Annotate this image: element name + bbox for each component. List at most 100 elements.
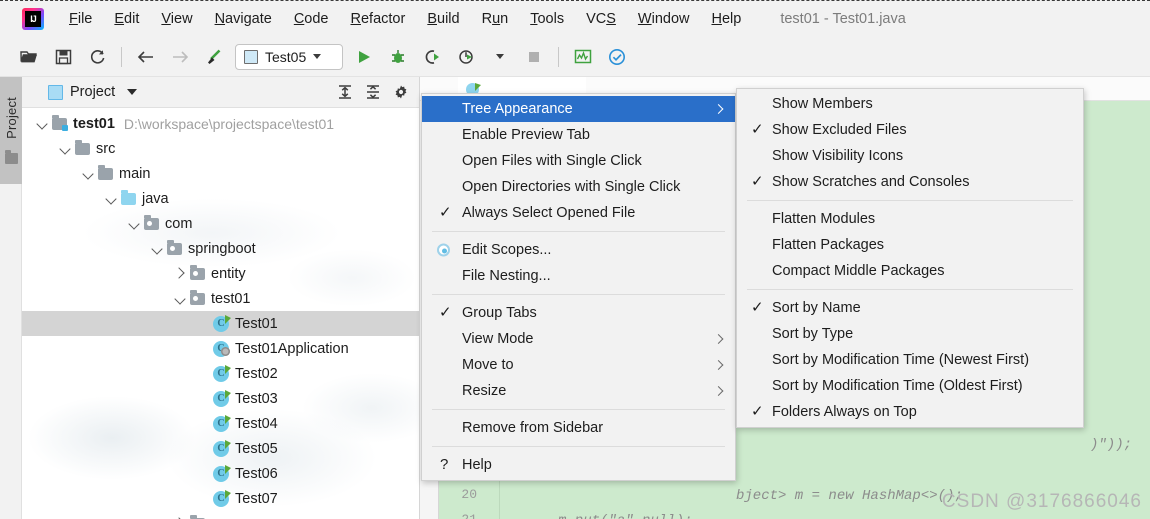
menu-item-resize[interactable]: Resize — [422, 378, 735, 404]
menu-item-show-scratches-and-consoles[interactable]: ✓ Show Scratches and Consoles — [737, 169, 1083, 195]
tree-node-test07[interactable]: Test07 — [22, 486, 419, 511]
menu-item-flatten-modules[interactable]: Flatten Modules — [737, 206, 1083, 232]
menu-help[interactable]: Help — [700, 9, 752, 29]
chevron-down-icon — [313, 54, 322, 59]
chevron-down-icon[interactable] — [36, 117, 49, 130]
menu-edit[interactable]: Edit — [103, 9, 150, 29]
tree-node-springboot[interactable]: springboot — [22, 236, 419, 261]
back-arrow-icon[interactable] — [131, 44, 161, 70]
menu-vcs[interactable]: VCS — [575, 9, 627, 29]
profiler-icon[interactable] — [451, 44, 481, 70]
menu-build[interactable]: Build — [416, 9, 470, 29]
menu-item-move-to[interactable]: Move to — [422, 352, 735, 378]
chevron-down-icon[interactable] — [105, 192, 118, 205]
chevron-down-icon[interactable] — [82, 167, 95, 180]
tree-node-test06[interactable]: Test06 — [22, 461, 419, 486]
save-all-icon[interactable] — [48, 44, 78, 70]
menu-code[interactable]: Code — [283, 9, 340, 29]
menu-navigate[interactable]: Navigate — [204, 9, 283, 29]
open-folder-icon[interactable] — [14, 44, 44, 70]
watermark-text: CSDN @3176866046 — [941, 491, 1142, 512]
project-view-context-menu[interactable]: Tree Appearance Enable Preview Tab Open Fi… — [421, 93, 736, 481]
tree-node-entity[interactable]: entity — [22, 261, 419, 286]
menu-item-sort-by-type[interactable]: Sort by Type — [737, 321, 1083, 347]
menu-item-view-mode[interactable]: View Mode — [422, 326, 735, 352]
forward-arrow-icon[interactable] — [165, 44, 195, 70]
chevron-down-icon[interactable] — [151, 242, 164, 255]
java-class-icon — [213, 314, 231, 332]
menu-view[interactable]: View — [150, 9, 203, 29]
chevron-down-icon[interactable] — [128, 217, 141, 230]
code-inspection-icon[interactable] — [602, 44, 632, 70]
expand-all-icon[interactable] — [333, 81, 357, 103]
profiler-dropdown-icon[interactable] — [485, 44, 515, 70]
menu-item-open-directories-with-single-click[interactable]: Open Directories with Single Click — [422, 174, 735, 200]
menu-item-show-excluded-files[interactable]: ✓ Show Excluded Files — [737, 117, 1083, 143]
menu-item-flatten-packages[interactable]: Flatten Packages — [737, 232, 1083, 258]
build-hammer-icon[interactable] — [199, 44, 229, 70]
run-icon[interactable] — [349, 44, 379, 70]
tree-node-unnamed[interactable] — [22, 511, 419, 519]
menu-item-folders-always-on-top[interactable]: ✓ Folders Always on Top — [737, 399, 1083, 425]
tree-node-test01application[interactable]: Test01Application — [22, 336, 419, 361]
menu-refactor[interactable]: Refactor — [340, 9, 417, 29]
menu-item-label: Sort by Type — [772, 326, 854, 342]
tree-node-test02[interactable]: Test02 — [22, 361, 419, 386]
settings-gear-icon[interactable] — [389, 81, 413, 103]
monitor-graph-icon[interactable] — [568, 44, 598, 70]
tree-node-src[interactable]: src — [22, 136, 419, 161]
package-icon — [144, 214, 159, 230]
menu-item-label: Compact Middle Packages — [772, 263, 945, 279]
menu-item-always-select-opened-file[interactable]: ✓ Always Select Opened File — [422, 200, 735, 226]
menu-run[interactable]: Run — [471, 9, 520, 29]
collapse-all-icon[interactable] — [361, 81, 385, 103]
project-tree[interactable]: test01 D:\workspace\projectspace\test01 sr… — [22, 108, 419, 519]
menu-item-enable-preview-tab[interactable]: Enable Preview Tab — [422, 122, 735, 148]
menu-item-compact-middle-packages[interactable]: Compact Middle Packages — [737, 258, 1083, 284]
menu-item-sort-by-modification-time-newest-first[interactable]: Sort by Modification Time (Newest First) — [737, 347, 1083, 373]
stop-icon[interactable] — [519, 44, 549, 70]
menu-item-sort-by-modification-time-oldest-first[interactable]: Sort by Modification Time (Oldest First) — [737, 373, 1083, 399]
menu-item-help[interactable]: ? Help — [422, 452, 735, 478]
tree-node-test01[interactable]: test01 — [22, 286, 419, 311]
menu-item-remove-from-sidebar[interactable]: Remove from Sidebar — [422, 415, 735, 441]
menu-item-tree-appearance[interactable]: Tree Appearance — [422, 96, 735, 122]
menu-item-label: View Mode — [462, 331, 534, 347]
menu-window[interactable]: Window — [627, 9, 701, 29]
menu-item-label: Always Select Opened File — [462, 205, 636, 221]
tree-node-test04[interactable]: Test04 — [22, 411, 419, 436]
menu-item-open-files-with-single-click[interactable]: Open Files with Single Click — [422, 148, 735, 174]
menu-item-edit-scopes[interactable]: Edit Scopes... — [422, 237, 735, 263]
menu-item-sort-by-name[interactable]: ✓ Sort by Name — [737, 295, 1083, 321]
chevron-right-icon[interactable] — [174, 267, 187, 280]
menu-tools[interactable]: Tools — [519, 9, 575, 29]
chevron-down-icon[interactable] — [127, 89, 138, 95]
tree-node-test01[interactable]: Test01 — [22, 311, 419, 336]
run-with-coverage-icon[interactable] — [417, 44, 447, 70]
tree-node-label: Test05 — [235, 440, 278, 457]
run-configuration-selector[interactable]: Test05 — [235, 43, 343, 70]
tree-appearance-submenu[interactable]: Show Members ✓ Show Excluded Files Show Vis… — [736, 88, 1084, 428]
menu-item-show-members[interactable]: Show Members — [737, 91, 1083, 117]
menu-item-label: Remove from Sidebar — [462, 420, 604, 436]
checkmark-icon: ✓ — [751, 299, 764, 317]
menu-item-label: Open Files with Single Click — [462, 153, 642, 169]
stripe-button-project[interactable]: Project — [0, 77, 22, 184]
tree-node-label: test01 — [73, 115, 115, 132]
menu-item-show-visibility-icons[interactable]: Show Visibility Icons — [737, 143, 1083, 169]
menu-item-file-nesting[interactable]: File Nesting... — [422, 263, 735, 289]
tree-node-java[interactable]: java — [22, 186, 419, 211]
chevron-down-icon[interactable] — [174, 292, 187, 305]
debug-icon[interactable] — [383, 44, 413, 70]
tree-node-test01[interactable]: test01 D:\workspace\projectspace\test01 — [22, 111, 419, 136]
tree-node-com[interactable]: com — [22, 211, 419, 236]
menu-file[interactable]: File — [58, 9, 103, 29]
tree-node-test03[interactable]: Test03 — [22, 386, 419, 411]
java-class-icon — [213, 439, 231, 457]
chevron-down-icon[interactable] — [59, 142, 72, 155]
tree-node-main[interactable]: main — [22, 161, 419, 186]
tree-node-test05[interactable]: Test05 — [22, 436, 419, 461]
menu-item-group-tabs[interactable]: ✓ Group Tabs — [422, 300, 735, 326]
folder-icon[interactable] — [5, 150, 18, 164]
sync-refresh-icon[interactable] — [82, 44, 112, 70]
